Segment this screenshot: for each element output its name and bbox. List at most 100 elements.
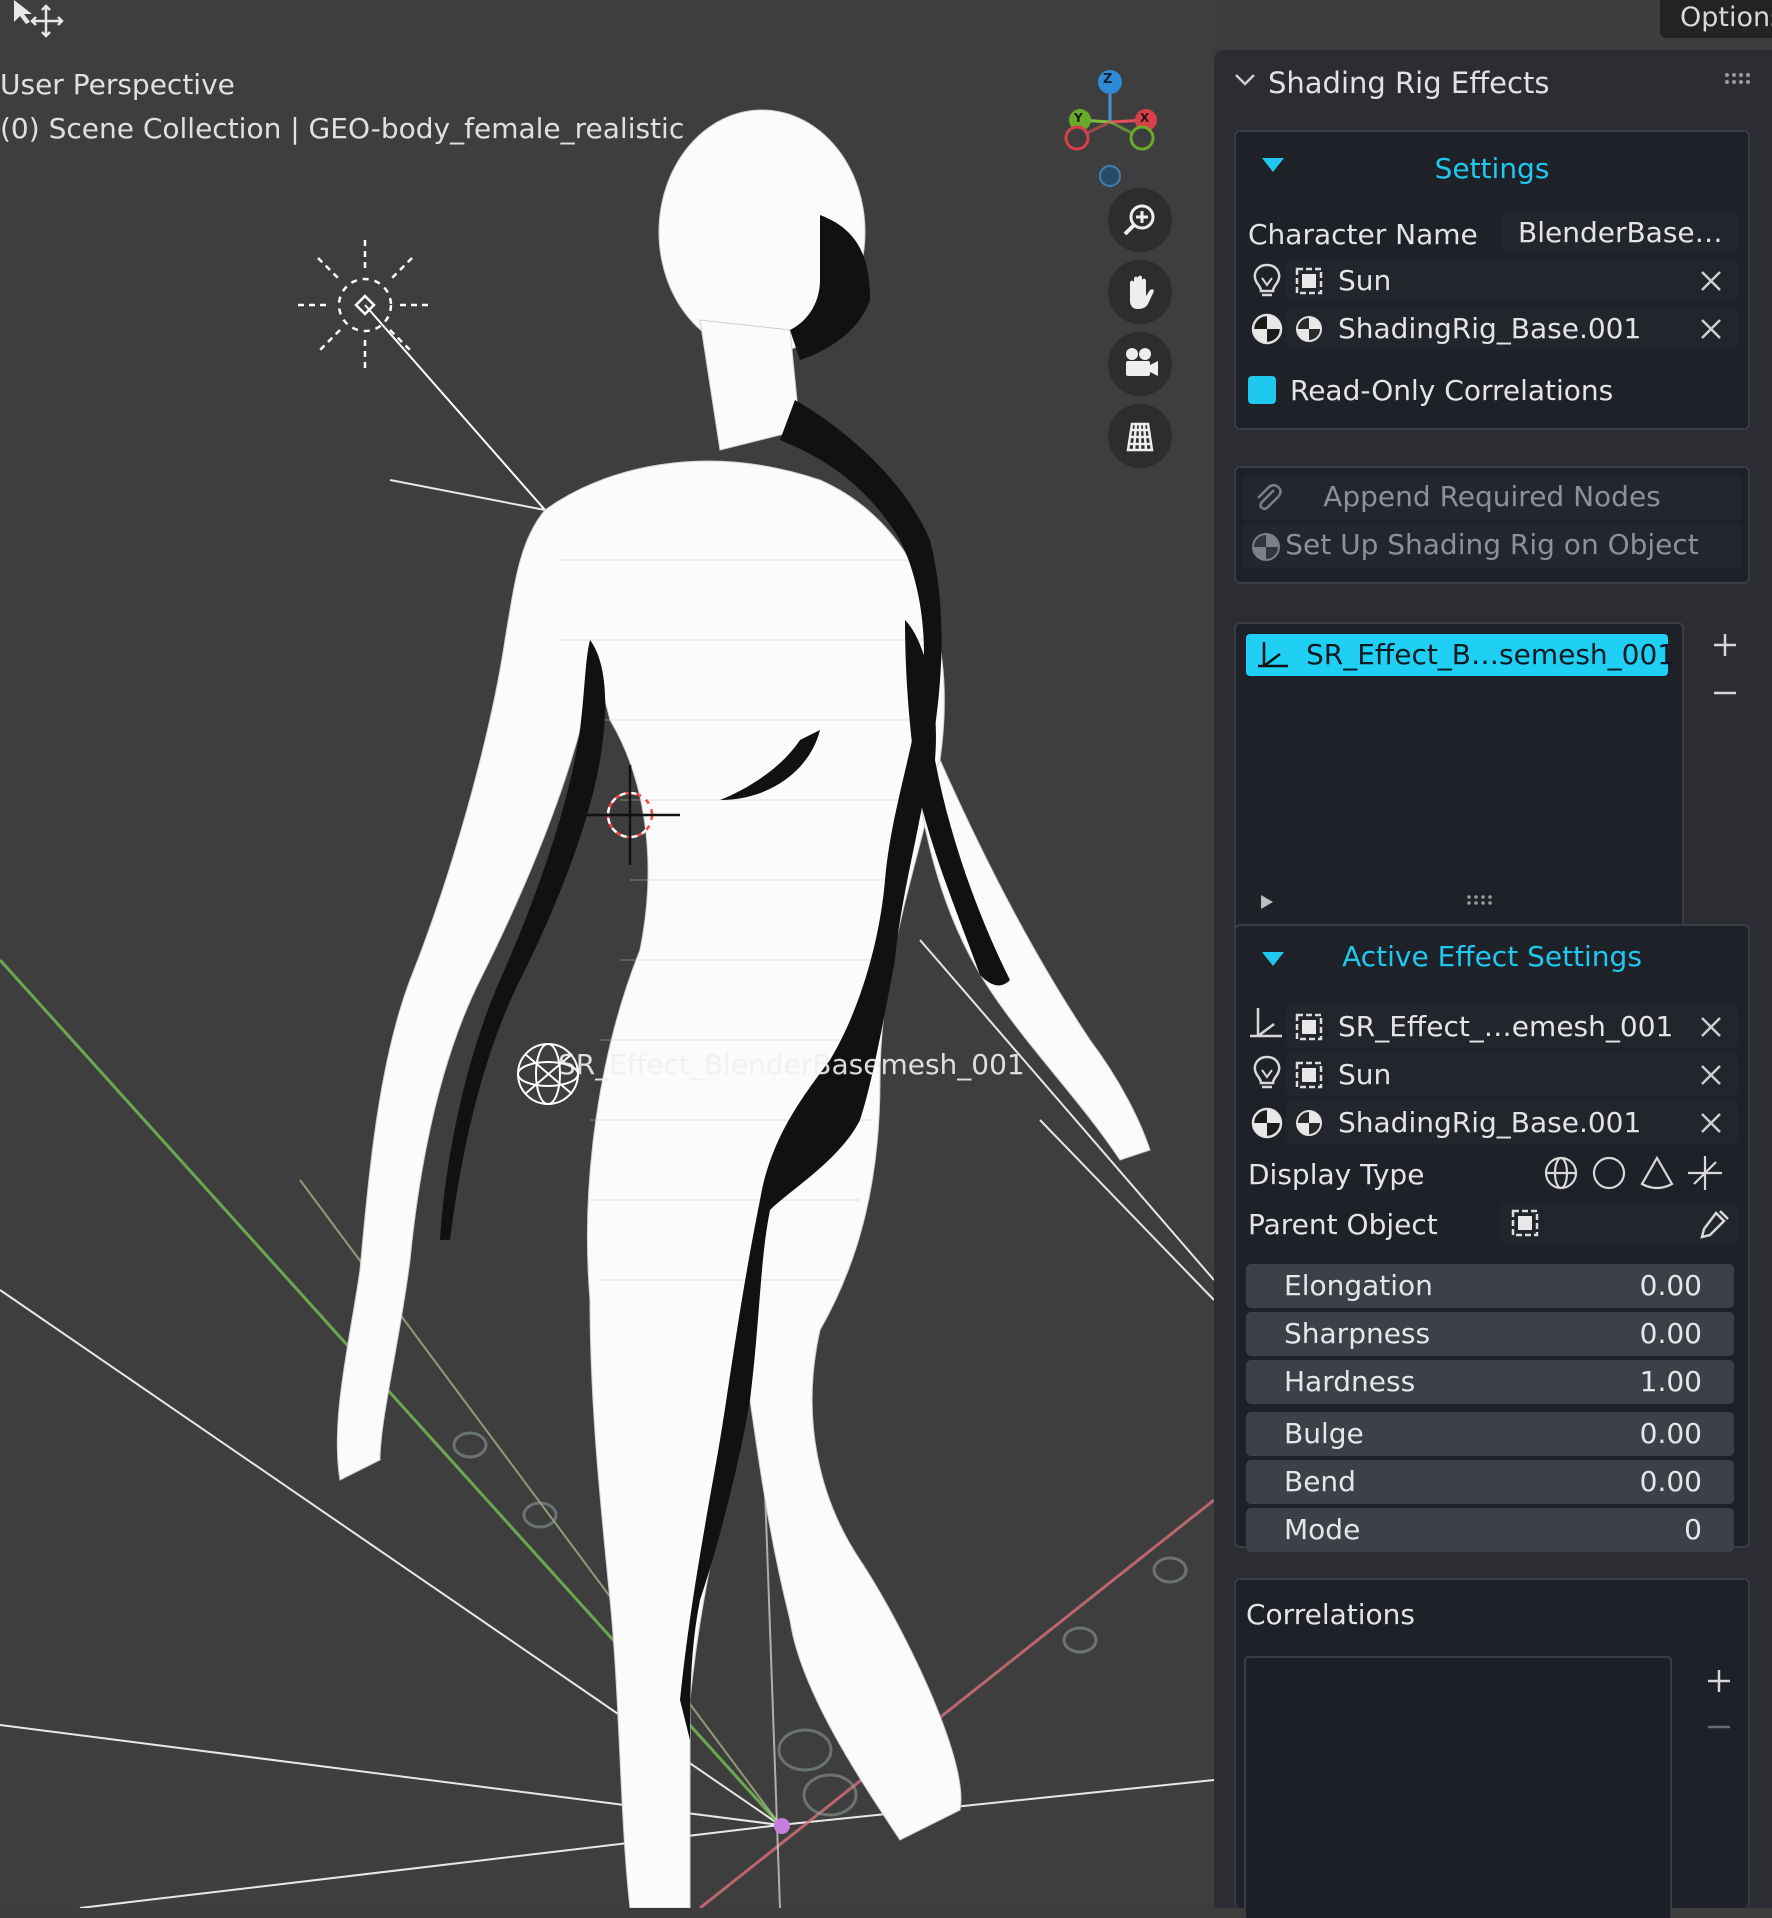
bend-value: 0.00 xyxy=(1639,1465,1702,1498)
gizmo-axis-y[interactable]: Y xyxy=(1074,111,1083,125)
hardness-slider[interactable]: Hardness 1.00 xyxy=(1246,1360,1734,1404)
effect-base-value: ShadingRig_Base.001 xyxy=(1338,1106,1642,1139)
ortho-toggle-button[interactable] xyxy=(1108,404,1172,468)
bulge-label: Bulge xyxy=(1284,1417,1364,1450)
setup-rig-label: Set Up Shading Rig on Object xyxy=(1285,528,1699,561)
mode-label: Mode xyxy=(1284,1513,1361,1546)
pan-button[interactable] xyxy=(1108,260,1172,324)
bend-label: Bend xyxy=(1284,1465,1356,1498)
list-resize-handle-icon[interactable] xyxy=(1466,894,1494,906)
effect-light-field[interactable]: Sun xyxy=(1286,1054,1738,1096)
sharpness-label: Sharpness xyxy=(1284,1317,1431,1350)
correlations-title: Correlations xyxy=(1246,1598,1415,1631)
base-object-field[interactable]: ShadingRig_Base.001 xyxy=(1286,308,1738,350)
collection-path: (0) Scene Collection | GEO-body_female_r… xyxy=(0,112,685,145)
sharpness-value: 0.00 xyxy=(1639,1317,1702,1350)
object-icon xyxy=(1295,1013,1323,1041)
correlations-list[interactable] xyxy=(1244,1656,1672,1918)
character-name-label: Character Name xyxy=(1248,218,1478,251)
3d-viewport[interactable]: Z Y X User Perspective (0) Scene Collect… xyxy=(0,0,1214,1908)
options-button[interactable]: Options xyxy=(1660,0,1772,38)
clear-effect-base-icon[interactable] xyxy=(1698,1110,1724,1136)
active-effect-section-continued: Bulge 0.00 Bend 0.00 Mode 0 xyxy=(1234,1412,1750,1552)
effect-base-field[interactable]: ShadingRig_Base.001 xyxy=(1286,1102,1738,1144)
grid-icon xyxy=(1126,422,1154,452)
active-effect-title[interactable]: Active Effect Settings xyxy=(1236,940,1748,973)
display-sphere-icon[interactable] xyxy=(1542,1154,1580,1192)
mode-value: 0 xyxy=(1684,1513,1702,1546)
drag-handle-icon[interactable] xyxy=(1724,72,1752,86)
eyedropper-icon[interactable] xyxy=(1696,1207,1730,1241)
shading-ball-icon xyxy=(1251,1107,1283,1139)
zoom-icon xyxy=(1123,204,1155,236)
sharpness-slider[interactable]: Sharpness 0.00 xyxy=(1246,1312,1734,1356)
material-icon xyxy=(1296,316,1322,342)
readonly-checkbox[interactable] xyxy=(1248,376,1276,404)
camera-view-button[interactable] xyxy=(1108,332,1172,396)
scene-render xyxy=(0,70,1214,1908)
active-effect-section: Active Effect Settings SR_Effect_…emesh_… xyxy=(1234,924,1750,1416)
play-triangle-icon[interactable] xyxy=(1260,894,1274,910)
effect-object-field[interactable]: SR_Effect_…emesh_001 xyxy=(1286,1006,1738,1048)
light-bulb-icon xyxy=(1253,1055,1281,1089)
hardness-value: 1.00 xyxy=(1639,1365,1702,1398)
view-name: User Perspective xyxy=(0,68,235,101)
effects-list[interactable]: SR_Effect_B…semesh_001 xyxy=(1234,622,1684,962)
mode-slider[interactable]: Mode 0 xyxy=(1246,1508,1734,1552)
add-correlation-button[interactable] xyxy=(1698,1660,1740,1702)
setup-rig-button[interactable]: Set Up Shading Rig on Object xyxy=(1242,524,1742,568)
hardness-label: Hardness xyxy=(1284,1365,1416,1398)
effects-list-item[interactable]: SR_Effect_B…semesh_001 xyxy=(1246,634,1675,676)
clear-base-object-icon[interactable] xyxy=(1698,316,1724,342)
remove-effect-button[interactable] xyxy=(1704,672,1746,714)
minus-icon xyxy=(1714,691,1736,695)
gizmo-axis-x[interactable]: X xyxy=(1140,111,1149,125)
minus-icon xyxy=(1708,1725,1730,1729)
light-bulb-icon xyxy=(1253,263,1281,297)
settings-section: Settings Character Name BlenderBase… Sun… xyxy=(1234,130,1750,430)
object-icon xyxy=(1511,1209,1539,1237)
clear-effect-light-icon[interactable] xyxy=(1698,1062,1724,1088)
bulge-value: 0.00 xyxy=(1639,1417,1702,1450)
effect-object-value: SR_Effect_…emesh_001 xyxy=(1338,1010,1674,1043)
bulge-slider[interactable]: Bulge 0.00 xyxy=(1246,1412,1734,1456)
display-cone-icon[interactable] xyxy=(1638,1154,1676,1192)
object-icon xyxy=(1295,1061,1323,1089)
clear-effect-object-icon[interactable] xyxy=(1698,1014,1724,1040)
parent-object-label: Parent Object xyxy=(1248,1208,1438,1241)
elongation-slider[interactable]: Elongation 0.00 xyxy=(1246,1264,1734,1308)
move-tool-icon[interactable] xyxy=(12,0,68,40)
panel-header[interactable]: Shading Rig Effects xyxy=(1214,50,1772,118)
display-type-label: Display Type xyxy=(1248,1158,1425,1191)
display-circle-icon[interactable] xyxy=(1590,1154,1628,1192)
material-icon xyxy=(1296,1110,1322,1136)
empty-axes-icon xyxy=(1250,1008,1282,1038)
actions-section: Append Required Nodes Set Up Shading Rig… xyxy=(1234,466,1750,584)
remove-correlation-button[interactable] xyxy=(1698,1706,1740,1748)
add-effect-button[interactable] xyxy=(1704,624,1746,666)
append-nodes-button[interactable]: Append Required Nodes xyxy=(1242,476,1742,520)
hand-icon xyxy=(1130,275,1154,309)
clear-light-object-icon[interactable] xyxy=(1698,268,1724,294)
camera-icon xyxy=(1126,348,1158,376)
correlations-section: Correlations xyxy=(1234,1578,1750,1918)
plus-icon xyxy=(1708,1670,1730,1692)
effects-list-item-label: SR_Effect_B…semesh_001 xyxy=(1306,638,1676,671)
readonly-label: Read-Only Correlations xyxy=(1290,374,1614,407)
chevron-down-icon[interactable] xyxy=(1234,72,1256,88)
parent-object-field[interactable] xyxy=(1500,1202,1738,1244)
empty-object-label: SR_Effect_BlenderBasemesh_001 xyxy=(558,1048,1025,1081)
zoom-button[interactable] xyxy=(1108,188,1172,252)
bend-slider[interactable]: Bend 0.00 xyxy=(1246,1460,1734,1504)
light-object-field[interactable]: Sun xyxy=(1286,260,1738,302)
append-nodes-label: Append Required Nodes xyxy=(1323,480,1661,513)
elongation-label: Elongation xyxy=(1284,1269,1433,1302)
character-name-field[interactable]: BlenderBase… xyxy=(1502,212,1738,254)
settings-title[interactable]: Settings xyxy=(1236,152,1748,185)
elongation-value: 0.00 xyxy=(1639,1269,1702,1302)
effect-light-value: Sun xyxy=(1338,1058,1392,1091)
empty-axes-icon xyxy=(1258,642,1288,668)
character-name-value: BlenderBase… xyxy=(1518,216,1723,249)
display-plain-axes-icon[interactable] xyxy=(1686,1154,1724,1192)
gizmo-axis-z[interactable]: Z xyxy=(1103,72,1112,87)
